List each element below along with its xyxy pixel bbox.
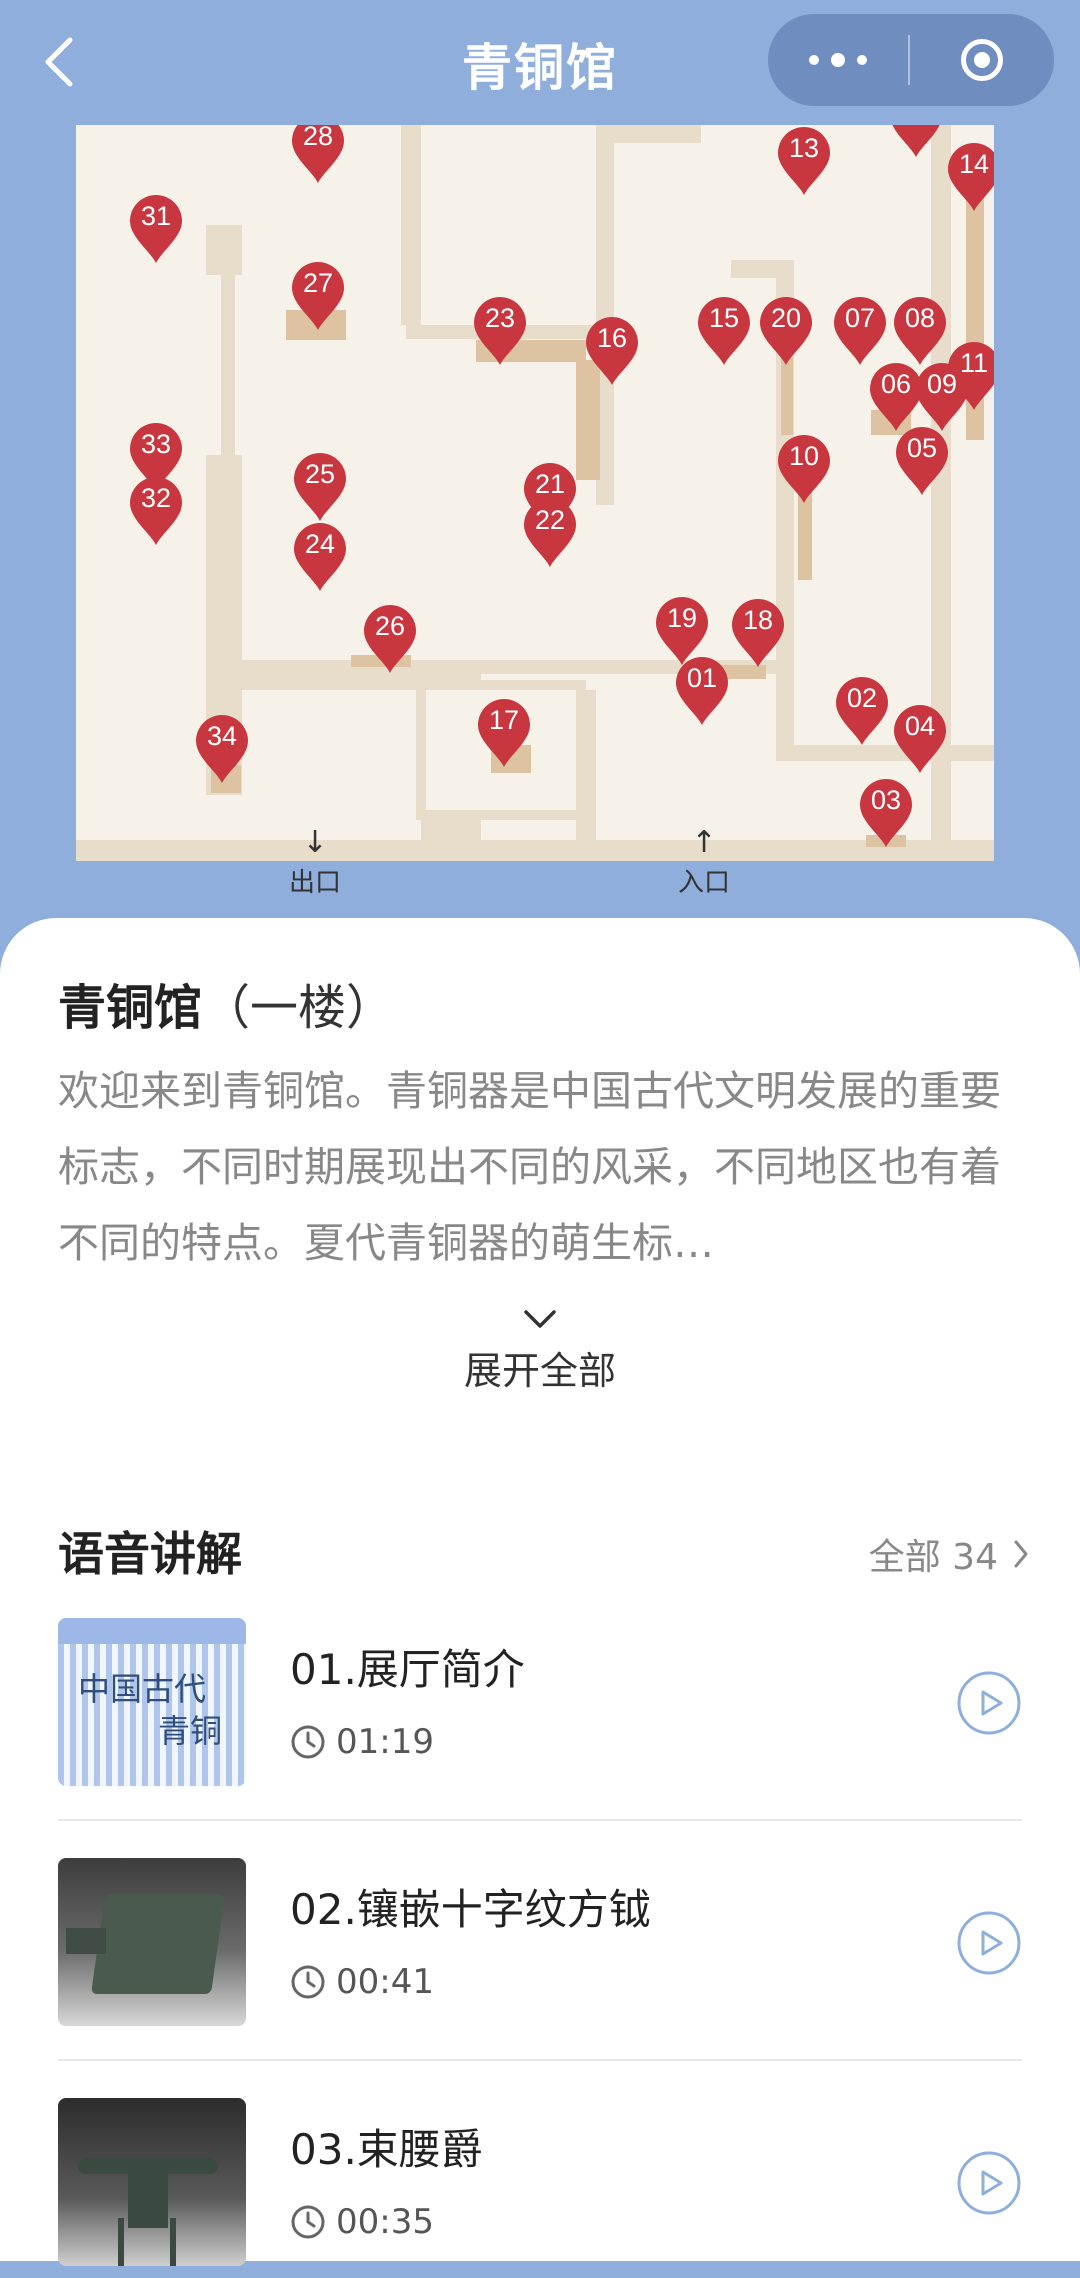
view-all-label: 全部 34 — [868, 1537, 998, 1578]
map-pin[interactable]: 09 — [914, 361, 970, 433]
clock-icon — [291, 2205, 325, 2239]
audio-track[interactable]: 中国古代 青铜 01.展厅简介 01:19 — [58, 1618, 1022, 1798]
map-pin[interactable]: 05 — [894, 425, 950, 497]
entrance-arrow-icon: ↑ — [691, 825, 717, 860]
map-pin[interactable]: 28 — [290, 125, 346, 185]
expand-all-button[interactable]: 展开全部 — [0, 1306, 1080, 1395]
play-circle-icon[interactable] — [956, 1670, 1022, 1736]
map-pin[interactable]: 34 — [194, 713, 250, 785]
mini-program-capsule — [768, 14, 1054, 106]
clock-icon — [291, 1965, 325, 1999]
close-target-icon[interactable] — [910, 14, 1054, 106]
track-duration-text: 00:35 — [336, 2202, 434, 2242]
map-pin[interactable]: 17 — [476, 697, 532, 769]
detail-sheet: 青铜馆（一楼） 欢迎来到青铜馆。青铜器是中国古代文明发展的重要标志，不同时期展现… — [0, 918, 1080, 2266]
chevron-right-icon — [1014, 1540, 1028, 1568]
floor-map[interactable]: 28 31 27 23 16 15 20 07 08 13 14 11 06 0… — [76, 125, 994, 861]
map-pin[interactable]: 12 — [888, 125, 944, 159]
track-duration-text: 00:41 — [336, 1962, 434, 2002]
hall-title: 青铜馆（一楼） — [58, 968, 394, 1038]
map-pin[interactable]: 10 — [776, 433, 832, 505]
map-pin[interactable]: 14 — [946, 141, 994, 213]
map-pin[interactable]: 32 — [128, 475, 184, 547]
track-duration-text: 01:19 — [336, 1722, 434, 1762]
map-pin[interactable]: 15 — [696, 295, 752, 367]
hall-description: 欢迎来到青铜馆。青铜器是中国古代文明发展的重要标志，不同时期展现出不同的风采，不… — [58, 1067, 1001, 1267]
audio-track[interactable]: 02.镶嵌十字纹方钺 00:41 — [58, 1858, 1022, 2038]
map-pin[interactable]: 27 — [290, 260, 346, 332]
audio-track[interactable]: 03.束腰爵 00:35 — [58, 2098, 1022, 2278]
track-title: 02.镶嵌十字纹方钺 — [290, 1885, 651, 1934]
track-thumbnail: 中国古代 青铜 — [58, 1618, 246, 1786]
divider — [58, 2059, 1022, 2061]
map-pin[interactable]: 23 — [472, 295, 528, 367]
hall-name: 青铜馆 — [58, 980, 203, 1036]
chevron-down-icon — [524, 1310, 556, 1328]
map-pin[interactable]: 04 — [892, 703, 948, 775]
track-duration: 01:19 — [290, 1722, 434, 1762]
exit-label: 出口 — [288, 868, 341, 898]
clock-icon — [291, 1725, 325, 1759]
track-thumbnail — [58, 1858, 246, 2026]
track-title: 01.展厅简介 — [290, 1645, 525, 1694]
thumb-text-line1: 中国古代 — [78, 1670, 207, 1708]
map-pin[interactable]: 03 — [858, 777, 914, 849]
map-pin[interactable]: 20 — [758, 295, 814, 367]
exit-arrow-icon: ↓ — [302, 825, 328, 860]
map-pin[interactable]: 31 — [128, 193, 184, 265]
map-pin[interactable]: 16 — [584, 315, 640, 387]
divider — [58, 1819, 1022, 1821]
map-pin[interactable]: 26 — [362, 603, 418, 675]
play-circle-icon[interactable] — [956, 2150, 1022, 2216]
view-all-link[interactable]: 全部 34 — [869, 1528, 1030, 1580]
thumb-text-line2: 青铜 — [157, 1712, 222, 1750]
map-pin[interactable]: 25 — [292, 451, 348, 523]
map-pin[interactable]: 18 — [730, 597, 786, 669]
track-duration: 00:35 — [290, 2202, 434, 2242]
track-title: 03.束腰爵 — [290, 2125, 483, 2174]
track-thumbnail — [58, 2098, 246, 2266]
expand-all-label: 展开全部 — [463, 1349, 616, 1393]
audio-section-title: 语音讲解 — [58, 1527, 242, 1581]
entrance-label: 入口 — [677, 868, 730, 898]
map-pin[interactable]: 24 — [292, 521, 348, 593]
track-duration: 00:41 — [290, 1962, 434, 2002]
map-pin-icon — [892, 125, 940, 157]
hall-floor: （一楼） — [202, 980, 395, 1036]
map-pin[interactable]: 07 — [832, 295, 888, 367]
map-pin[interactable]: 22 — [522, 497, 578, 569]
map-pin[interactable]: 13 — [776, 125, 832, 197]
map-pin[interactable]: 02 — [834, 675, 890, 747]
play-circle-icon[interactable] — [956, 1910, 1022, 1976]
nav-bar: 青铜馆 — [0, 0, 1080, 125]
map-pin[interactable]: 01 — [674, 655, 730, 727]
map-pin[interactable]: 08 — [892, 295, 948, 367]
more-dots-icon[interactable] — [768, 14, 908, 106]
